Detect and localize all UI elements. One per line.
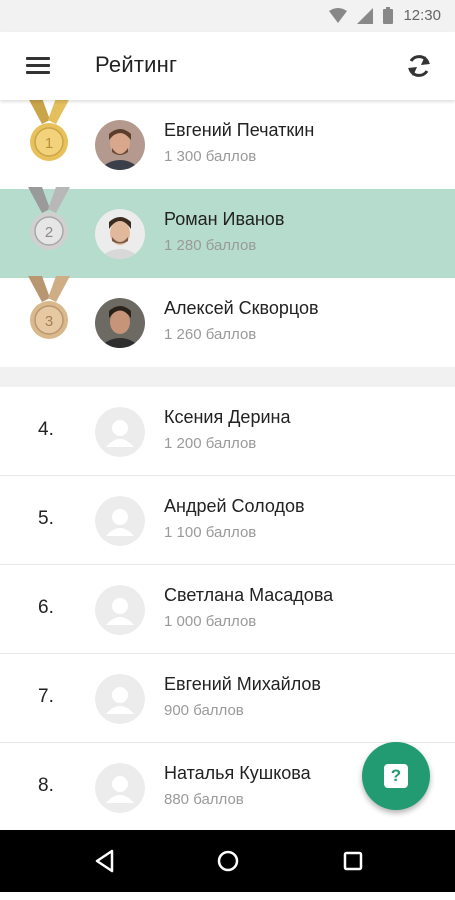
refresh-button[interactable] xyxy=(403,50,435,82)
avatar-placeholder-icon xyxy=(95,674,145,724)
user-name: Андрей Солодов xyxy=(164,496,305,516)
menu-button[interactable] xyxy=(18,52,58,80)
home-button[interactable] xyxy=(215,848,241,874)
user-name: Евгений Михайлов xyxy=(164,674,321,694)
silver-medal-icon: 2 xyxy=(28,187,70,250)
leaderboard-row[interactable]: 5. Андрей Солодов 1 100 баллов xyxy=(0,476,455,565)
app-bar: Рейтинг xyxy=(0,32,455,100)
user-points: 880 баллов xyxy=(164,791,244,808)
avatar-placeholder-icon xyxy=(95,496,145,546)
section-divider xyxy=(0,367,455,387)
status-time: 12:30 xyxy=(403,7,441,24)
avatar-placeholder-icon xyxy=(95,763,145,813)
medal-rank: 2 xyxy=(45,224,53,241)
leaderboard-row[interactable]: 7. Евгений Михайлов 900 баллов xyxy=(0,654,455,743)
avatar xyxy=(95,120,145,170)
avatar xyxy=(95,298,145,348)
back-button[interactable] xyxy=(92,848,118,874)
rank-number: 8. xyxy=(38,775,54,796)
wifi-icon xyxy=(329,7,348,23)
rank-number: 7. xyxy=(38,686,54,707)
leaderboard-row-current-user[interactable]: 2 Роман Иванов 1 280 баллов xyxy=(0,187,455,278)
user-name: Роман Иванов xyxy=(164,209,285,229)
user-points: 1 200 баллов xyxy=(164,435,257,452)
avatar-placeholder-icon xyxy=(95,585,145,635)
status-bar: 12:30 xyxy=(0,0,455,32)
leaderboard-row[interactable]: 4. Ксения Дерина 1 200 баллов xyxy=(0,387,455,476)
rank-number: 6. xyxy=(38,597,54,618)
signal-icon xyxy=(357,7,374,24)
medal-rank: 1 xyxy=(45,135,53,152)
user-name: Светлана Масадова xyxy=(164,585,334,605)
back-icon xyxy=(95,849,114,873)
avatar-placeholder-icon xyxy=(95,407,145,457)
user-points: 1 260 баллов xyxy=(164,326,257,343)
home-icon xyxy=(217,850,239,872)
system-nav-bar xyxy=(0,830,455,892)
rank-number: 5. xyxy=(38,508,54,529)
avatar xyxy=(95,209,145,259)
leaderboard-row[interactable]: 6. Светлана Масадова 1 000 баллов xyxy=(0,565,455,654)
help-fab-button[interactable]: ? xyxy=(362,742,430,810)
user-name: Наталья Кушкова xyxy=(164,763,311,783)
user-points: 1 300 баллов xyxy=(164,148,257,165)
leaderboard-row[interactable]: 3 Алексей Скворцов 1 260 баллов xyxy=(0,276,455,367)
rank-number: 4. xyxy=(38,419,54,440)
bronze-medal-icon: 3 xyxy=(28,276,70,339)
bottom-edge xyxy=(0,892,455,900)
medal-rank: 3 xyxy=(45,313,53,330)
user-points: 900 баллов xyxy=(164,702,244,719)
user-points: 1 280 баллов xyxy=(164,237,257,254)
leaderboard-row[interactable]: 1 Евгений Печаткин 1 300 баллов xyxy=(0,98,455,189)
recents-button[interactable] xyxy=(340,848,366,874)
help-icon: ? xyxy=(384,764,408,788)
leaderboard-list: 1 Евгений Печаткин 1 300 баллов 2 Роман … xyxy=(0,98,455,832)
user-name: Евгений Печаткин xyxy=(164,120,315,140)
refresh-icon xyxy=(408,55,430,77)
user-points: 1 100 баллов xyxy=(164,524,257,541)
battery-icon xyxy=(383,7,394,24)
page-title: Рейтинг xyxy=(95,52,178,77)
gold-medal-icon: 1 xyxy=(28,98,70,161)
user-name: Алексей Скворцов xyxy=(164,298,319,318)
user-points: 1 000 баллов xyxy=(164,613,257,630)
recents-icon xyxy=(343,851,363,871)
user-name: Ксения Дерина xyxy=(164,407,291,427)
